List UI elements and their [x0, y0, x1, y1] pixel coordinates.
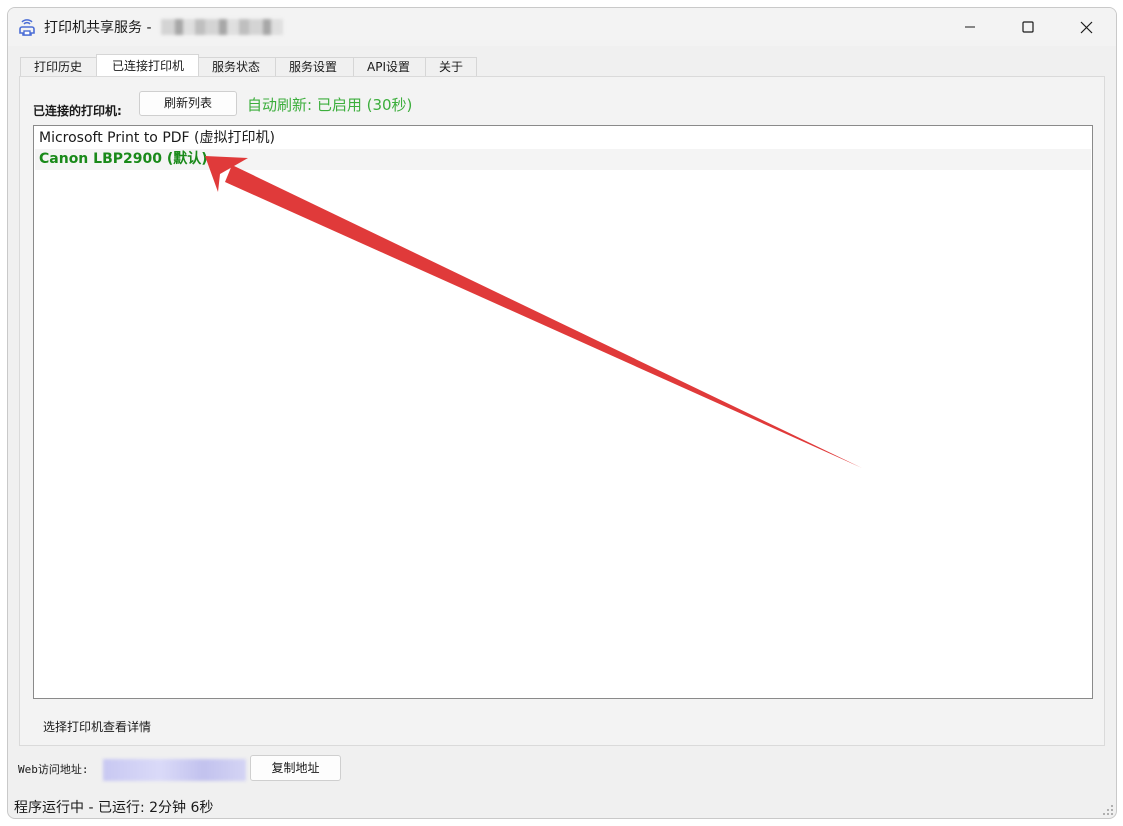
app-window: 打印机共享服务 - 打印历史 已连接打印机 服务状态 服务设置 API设置 关于… [7, 7, 1117, 819]
tab-api-settings[interactable]: API设置 [353, 57, 426, 76]
close-button[interactable] [1057, 8, 1115, 46]
tab-print-history[interactable]: 打印历史 [20, 57, 97, 76]
printer-list[interactable]: Microsoft Print to PDF (虚拟打印机) Canon LBP… [33, 125, 1093, 699]
list-item[interactable]: Microsoft Print to PDF (虚拟打印机) [35, 128, 1091, 149]
connected-printers-panel: 已连接的打印机: 刷新列表 自动刷新: 已启用 (30秒) Microsoft … [19, 76, 1105, 746]
list-item-default-printer[interactable]: Canon LBP2900 (默认) [35, 149, 1091, 170]
maximize-icon [1022, 21, 1034, 33]
copy-address-button[interactable]: 复制地址 [250, 755, 341, 781]
redacted-title-suffix [161, 19, 283, 35]
tab-about[interactable]: 关于 [425, 57, 477, 76]
tab-strip: 打印历史 已连接打印机 服务状态 服务设置 API设置 关于 [20, 54, 477, 77]
connected-printers-label: 已连接的打印机: [33, 104, 122, 118]
web-address-label: Web访问地址: [18, 763, 89, 776]
maximize-button[interactable] [999, 8, 1057, 46]
auto-refresh-status: 自动刷新: 已启用 (30秒) [247, 96, 413, 114]
minimize-icon [965, 26, 975, 28]
tab-service-settings[interactable]: 服务设置 [275, 57, 354, 76]
refresh-list-button[interactable]: 刷新列表 [139, 91, 237, 116]
printer-share-icon [19, 19, 35, 36]
window-title: 打印机共享服务 - [44, 20, 152, 36]
resize-grip-icon[interactable] [1102, 804, 1114, 816]
printer-detail-hint: 选择打印机查看详情 [43, 720, 152, 734]
tab-service-status[interactable]: 服务状态 [198, 57, 276, 76]
close-icon [1080, 21, 1092, 33]
redacted-web-address [103, 759, 246, 781]
minimize-button[interactable] [941, 8, 999, 46]
tab-connected-printers[interactable]: 已连接打印机 [96, 54, 199, 76]
status-bar-text: 程序运行中 - 已运行: 2分钟 6秒 [14, 800, 214, 816]
title-bar[interactable]: 打印机共享服务 - [8, 8, 1116, 46]
